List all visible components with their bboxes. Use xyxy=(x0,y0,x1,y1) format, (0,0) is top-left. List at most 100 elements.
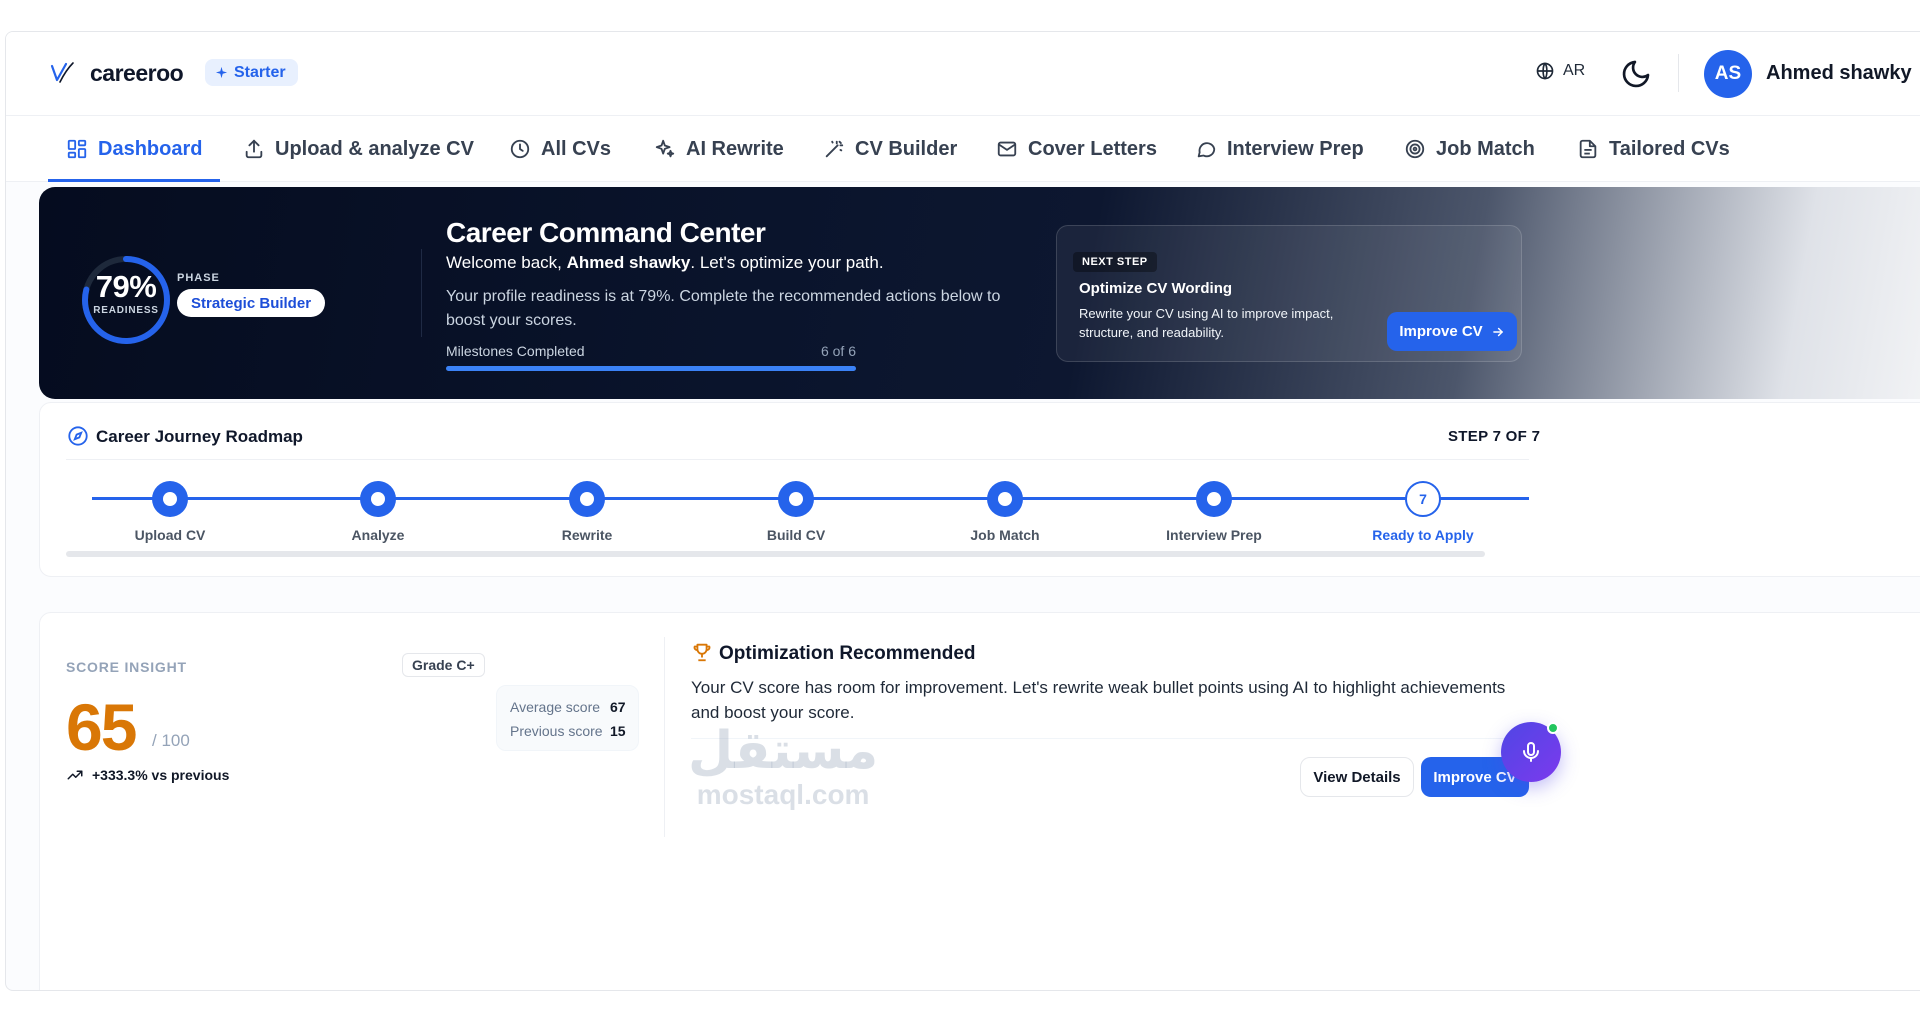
tab-label: Interview Prep xyxy=(1227,137,1364,160)
career-command-center: 79% READINESS PHASE Strategic Builder Ca… xyxy=(39,187,1920,399)
score-divider xyxy=(664,637,665,837)
main-nav: Dashboard Upload & analyze CV All CVs AI… xyxy=(6,116,1920,182)
roadmap-step-analyze[interactable] xyxy=(360,481,396,517)
tab-tailored-cvs[interactable]: Tailored CVs xyxy=(1577,116,1730,182)
tab-job-match[interactable]: Job Match xyxy=(1404,116,1535,182)
compass-icon xyxy=(68,426,88,446)
view-details-button[interactable]: View Details xyxy=(1300,757,1414,797)
sparkle-icon xyxy=(215,66,228,79)
optimization-title: Optimization Recommended xyxy=(719,643,976,664)
chat-icon xyxy=(1197,142,1216,158)
document-icon xyxy=(1579,139,1597,159)
tab-label: AI Rewrite xyxy=(686,137,784,160)
user-name[interactable]: Ahmed shawky xyxy=(1766,62,1912,85)
tab-label: Upload & analyze CV xyxy=(275,137,474,160)
target-icon xyxy=(1405,139,1425,159)
moon-icon[interactable] xyxy=(1620,58,1652,90)
welcome-user-name: Ahmed shawky xyxy=(566,253,691,272)
roadmap-step-label: Rewrite xyxy=(561,527,613,543)
roadmap-step-build-cv[interactable] xyxy=(778,481,814,517)
header-divider xyxy=(1678,54,1679,92)
tab-upload-analyze[interactable]: Upload & analyze CV xyxy=(243,116,474,182)
magic-wand-icon xyxy=(825,140,844,158)
tab-cv-builder[interactable]: CV Builder xyxy=(823,116,957,182)
milestones-value: 6 of 6 xyxy=(820,343,856,359)
readiness-description: Your profile readiness is at 79%. Comple… xyxy=(446,288,1001,329)
next-step-title: Optimize CV Wording xyxy=(1079,280,1233,297)
online-status-dot xyxy=(1547,722,1559,734)
score-max: / 100 xyxy=(152,731,190,750)
phase-badge: Strategic Builder xyxy=(177,289,326,317)
horizontal-scrollbar[interactable] xyxy=(66,551,1485,557)
phase-label: PHASE xyxy=(177,272,220,284)
roadmap-step-job-match[interactable] xyxy=(987,481,1023,517)
avatar[interactable]: AS xyxy=(1704,50,1752,98)
next-step-card: NEXT STEP Optimize CV Wording Rewrite yo… xyxy=(1056,225,1522,362)
language-label: AR xyxy=(1563,62,1586,79)
hero-divider xyxy=(421,249,422,337)
arrow-right-icon xyxy=(1492,327,1503,336)
roadmap-step-interview-prep[interactable] xyxy=(1196,481,1232,517)
average-score-row: Average score 67 xyxy=(510,699,626,715)
career-roadmap: Career Journey Roadmap STEP 7 OF 7 Uploa… xyxy=(39,402,1920,577)
watermark-logo: مستقل mostaql.com xyxy=(688,721,879,810)
milestones-progress xyxy=(446,366,856,371)
microphone-icon xyxy=(1523,742,1539,762)
optimization-text: Your CV score has room for improvement. … xyxy=(691,678,1506,722)
roadmap-title: Career Journey Roadmap xyxy=(96,427,303,446)
roadmap-step-upload-cv[interactable] xyxy=(152,481,188,517)
next-step-tag: NEXT STEP xyxy=(1073,252,1157,272)
globe-icon xyxy=(1536,62,1554,80)
app-window: careeroo Starter AR AS Ahmed shawky Dash… xyxy=(5,31,1920,991)
previous-score-value: 15 xyxy=(610,723,626,739)
previous-score-row: Previous score 15 xyxy=(510,723,626,739)
language-switch[interactable]: AR xyxy=(1535,61,1585,81)
tab-all-cvs[interactable]: All CVs xyxy=(509,116,611,182)
score-value: 65 xyxy=(66,690,137,764)
tab-interview-prep[interactable]: Interview Prep xyxy=(1195,116,1364,182)
brand-name[interactable]: careeroo xyxy=(90,60,184,87)
score-comparison: Average score 67 Previous score 15 xyxy=(496,685,639,751)
step-indicator: STEP 7 OF 7 xyxy=(1448,428,1541,445)
score-insight-label: SCORE INSIGHT xyxy=(66,659,187,675)
clock-icon xyxy=(510,139,530,159)
trophy-icon xyxy=(693,643,711,662)
hero-title: Career Command Center xyxy=(446,217,766,248)
tab-label: CV Builder xyxy=(855,137,958,160)
upload-icon xyxy=(245,139,263,159)
tab-cover-letters[interactable]: Cover Letters xyxy=(996,116,1157,182)
grade-badge: Grade C+ xyxy=(402,653,485,677)
sparkles-icon xyxy=(655,139,675,158)
top-bar: careeroo Starter AR AS Ahmed shawky xyxy=(6,32,1920,116)
tab-label: All CVs xyxy=(541,137,612,160)
roadmap-step-ready-to-apply[interactable]: 7 xyxy=(1405,481,1441,517)
roadmap-step-label: Ready to Apply xyxy=(1372,527,1474,543)
milestones-label: Milestones Completed xyxy=(446,343,585,359)
plan-badge: Starter xyxy=(205,59,298,86)
mail-icon xyxy=(997,141,1017,157)
readiness-label: READINESS xyxy=(93,305,159,316)
tab-label: Dashboard xyxy=(98,137,203,160)
plan-label: Starter xyxy=(234,63,286,81)
roadmap-step-rewrite[interactable] xyxy=(569,481,605,517)
next-step-description: Rewrite your CV using AI to improve impa… xyxy=(1079,306,1334,340)
grid-icon xyxy=(67,139,87,159)
improve-cv-button[interactable]: Improve CV xyxy=(1387,312,1517,351)
trending-up-icon xyxy=(67,770,83,780)
roadmap-step-label: Analyze xyxy=(351,527,405,543)
score-trend: +333.3% vs previous xyxy=(66,766,229,784)
tab-ai-rewrite[interactable]: AI Rewrite xyxy=(654,116,784,182)
tab-dashboard[interactable]: Dashboard xyxy=(47,116,222,182)
score-insight-card: SCORE INSIGHT Grade C+ 65 / 100 Average … xyxy=(39,612,1920,990)
tab-label: Job Match xyxy=(1436,137,1535,160)
roadmap-divider xyxy=(66,459,1529,460)
welcome-text: Welcome back, Ahmed shawky. Let's optimi… xyxy=(446,253,884,272)
tab-label: Cover Letters xyxy=(1028,137,1157,160)
readiness-value: 79% xyxy=(95,269,157,304)
logo-icon[interactable] xyxy=(46,58,76,88)
roadmap-step-label: Build CV xyxy=(766,527,826,543)
roadmap-step-label: Interview Prep xyxy=(1166,527,1262,543)
milestones-progress-fill xyxy=(446,366,856,371)
roadmap-step-label: Upload CV xyxy=(134,527,206,543)
average-score-value: 67 xyxy=(610,699,626,715)
